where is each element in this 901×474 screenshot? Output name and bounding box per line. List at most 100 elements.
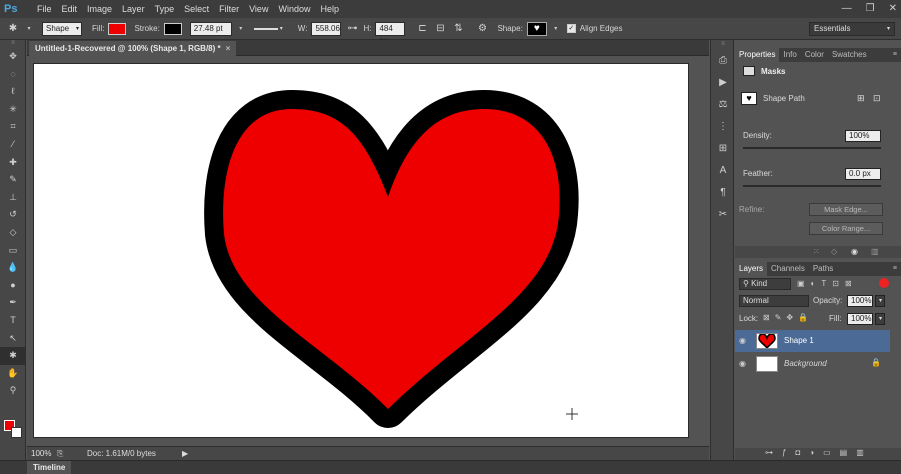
brush-panel-icon[interactable]: ⋮ (711, 116, 735, 138)
history-panel-icon[interactable]: ⎙ (711, 50, 735, 72)
apply-mask-icon[interactable]: ◇ (831, 247, 837, 256)
adjustments-panel-icon[interactable]: ⚖ (711, 94, 735, 116)
load-selection-icon[interactable]: ⁙ (813, 247, 820, 256)
mode-select[interactable]: Shape ▾ (42, 21, 82, 36)
density-slider[interactable] (743, 147, 881, 149)
pixel-mask-icon[interactable] (743, 66, 755, 76)
gear-icon[interactable]: ⚙ (475, 22, 489, 36)
tab-swatches[interactable]: Swatches (828, 48, 871, 62)
link-icon[interactable]: ⊶ (345, 22, 359, 36)
layer-row-shape-1[interactable]: ◉ Shape 1 (735, 330, 890, 352)
tool-presets-panel-icon[interactable]: ✂ (711, 204, 735, 226)
tab-properties[interactable]: Properties (735, 48, 780, 62)
menu-help[interactable]: Help (315, 0, 344, 18)
blend-mode-select[interactable]: Normal (739, 295, 809, 307)
history-brush-tool-icon[interactable]: ↺ (0, 206, 26, 224)
panel-menu-icon[interactable]: ≡ (893, 262, 897, 276)
marquee-tool-icon[interactable]: ◌ (0, 66, 26, 84)
paragraph-panel-icon[interactable]: ¶ (711, 182, 735, 204)
menu-window[interactable]: Window (273, 0, 315, 18)
clone-source-panel-icon[interactable]: ⊞ (711, 138, 735, 160)
actions-panel-icon[interactable]: ▶ (711, 72, 735, 94)
menu-view[interactable]: View (244, 0, 273, 18)
eraser-tool-icon[interactable]: ◇ (0, 224, 26, 242)
gradient-tool-icon[interactable]: ▭ (0, 242, 26, 260)
stroke-width-dropdown[interactable]: ▾ (236, 23, 246, 35)
timeline-tab[interactable]: Timeline (27, 461, 72, 474)
stroke-type-select[interactable]: ▾ (253, 23, 286, 35)
align-edges-checkbox[interactable]: ✓ (566, 24, 576, 33)
zoom-level[interactable]: 100% (27, 448, 57, 460)
menu-select[interactable]: Select (179, 0, 214, 18)
path-operations-icon[interactable]: ⊏ (415, 22, 429, 36)
move-tool-icon[interactable]: ✥ (0, 48, 26, 66)
background-color-swatch[interactable] (11, 427, 22, 438)
menu-edit[interactable]: Edit (57, 0, 83, 18)
path-arrangement-icon[interactable]: ⇅ (451, 22, 465, 36)
magic-wand-tool-icon[interactable]: ✳ (0, 101, 26, 119)
fill-color-swatch[interactable] (108, 22, 127, 35)
menu-file[interactable]: File (32, 0, 57, 18)
crop-tool-icon[interactable]: ⌗ (0, 118, 26, 136)
brush-tool-icon[interactable]: ✎ (0, 171, 26, 189)
heart-shape-picker-icon[interactable]: ♥ (526, 21, 547, 36)
opacity-dropdown[interactable]: ▾ (875, 295, 885, 307)
eye-icon[interactable]: ◉ (739, 336, 749, 345)
hand-tool-icon[interactable]: ✋ (0, 365, 26, 383)
add-vector-mask-icon[interactable]: ⊡ (873, 93, 884, 104)
eye-icon[interactable]: ◉ (739, 359, 749, 368)
custom-shape-tool-icon[interactable]: ✱ (0, 347, 26, 365)
tab-color[interactable]: Color (801, 48, 828, 62)
tab-info[interactable]: Info (779, 48, 800, 62)
panel-menu-icon[interactable]: ≡ (893, 48, 897, 62)
layers-footer-icons[interactable]: ⊶ƒ◘◑▭▤▥ (765, 448, 873, 457)
feather-input[interactable]: 0.0 px (845, 168, 881, 180)
trash-icon[interactable]: ▥ (871, 247, 879, 256)
shape-picker-dropdown[interactable]: ▾ (551, 23, 561, 35)
width-input[interactable]: 558.06 (311, 21, 342, 36)
stroke-width-input[interactable]: 27.48 pt (189, 21, 232, 36)
minimize-button[interactable]: — (842, 3, 852, 14)
feather-slider[interactable] (743, 185, 881, 187)
layer-kind-select[interactable]: ⚲ Kind (739, 278, 791, 290)
custom-shape-tool-icon[interactable]: ✱ (6, 22, 20, 36)
eye-icon[interactable]: ◉ (851, 247, 858, 256)
tab-channels[interactable]: Channels (767, 262, 809, 276)
close-tab-icon[interactable]: × (226, 44, 231, 53)
layer-filter-icons[interactable]: ▣◐T⊡⊠ (797, 279, 858, 288)
layer-row-background[interactable]: ◉ Background 🔒 (735, 353, 890, 375)
color-range-button[interactable]: Color Range... (809, 222, 883, 235)
status-menu-arrow[interactable]: ▶ (182, 449, 188, 458)
maximize-button[interactable]: ❐ (866, 3, 875, 14)
vector-mask-icon[interactable]: ♥ (741, 92, 757, 105)
filter-toggle-icon[interactable] (879, 278, 889, 288)
lasso-tool-icon[interactable]: ℓ (0, 83, 26, 101)
menu-type[interactable]: Type (150, 0, 180, 18)
mask-edge-button[interactable]: Mask Edge... (809, 203, 883, 216)
healing-brush-tool-icon[interactable]: ✚ (0, 154, 26, 172)
path-alignment-icon[interactable]: ⊟ (433, 22, 447, 36)
tab-paths[interactable]: Paths (809, 262, 837, 276)
path-selection-tool-icon[interactable]: ↖ (0, 330, 26, 348)
tab-layers[interactable]: Layers (735, 262, 768, 276)
blur-tool-icon[interactable]: 💧 (0, 259, 26, 277)
menu-filter[interactable]: Filter (214, 0, 244, 18)
heart-shape[interactable] (34, 64, 688, 437)
lock-icons[interactable]: ⊠✎✥🔒 (763, 313, 813, 322)
density-input[interactable]: 100% (845, 130, 881, 142)
eyedropper-tool-icon[interactable]: ⁄ (0, 136, 26, 154)
pen-tool-icon[interactable]: ✒ (0, 294, 26, 312)
stroke-color-swatch[interactable] (163, 22, 182, 35)
tool-preset-dropdown[interactable]: ▾ (24, 23, 34, 35)
fill-input[interactable]: 100% (847, 313, 873, 325)
menu-image[interactable]: Image (82, 0, 117, 18)
menu-layer[interactable]: Layer (117, 0, 150, 18)
document-canvas[interactable] (34, 64, 688, 437)
select-mask-icon[interactable]: ⊞ (857, 93, 868, 104)
clone-stamp-tool-icon[interactable]: ⊥ (0, 189, 26, 207)
fill-dropdown[interactable]: ▾ (875, 313, 885, 325)
opacity-input[interactable]: 100% (847, 295, 873, 307)
close-window-button[interactable]: ✕ (889, 3, 897, 14)
workspace-select[interactable]: Essentials ▾ (809, 22, 895, 36)
type-tool-icon[interactable]: T (0, 312, 26, 330)
